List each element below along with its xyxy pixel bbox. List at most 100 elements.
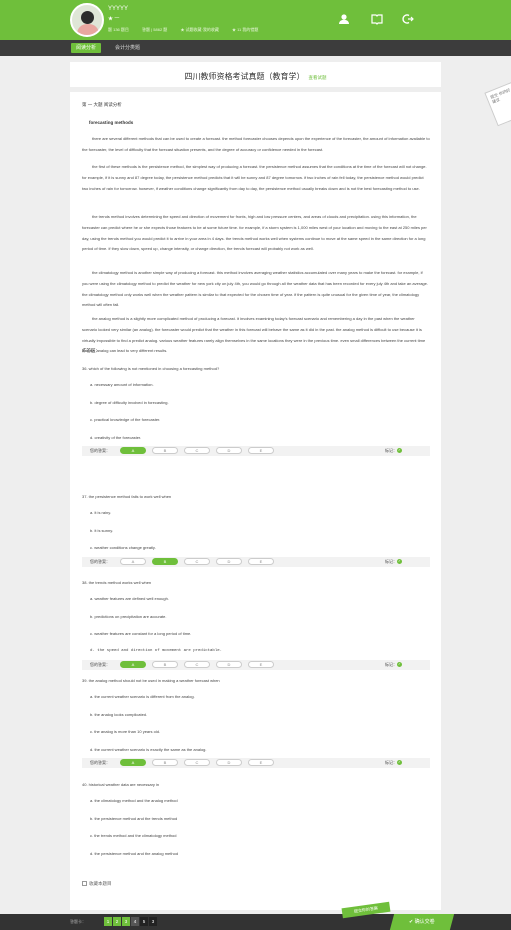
answer-options: ABCDE xyxy=(120,661,280,671)
user-badge: ★ 一 xyxy=(108,16,120,22)
answer-options: ABCDE xyxy=(120,447,280,457)
page-button[interactable]: 2 xyxy=(113,917,121,926)
exam-content: 第 一 大题 阅读分析 forecasting methods there ar… xyxy=(70,92,441,910)
answer-options: ABCDE xyxy=(120,557,280,568)
check-icon[interactable]: ✓ xyxy=(397,760,402,766)
your-answer-label: 您的答案： xyxy=(90,558,110,564)
check-icon[interactable]: ✓ xyxy=(397,662,402,668)
question-text: 39. the analog method should not be used… xyxy=(82,678,220,683)
answer-radio-b[interactable]: B xyxy=(152,447,178,454)
checkbox-icon[interactable] xyxy=(82,881,87,887)
logout-icon[interactable] xyxy=(401,13,415,27)
answer-bar: 您的答案： A B C D E 标记：✓ xyxy=(82,446,430,456)
answer-area-heading: 作答区： xyxy=(82,348,100,353)
answer-radio-a[interactable]: A xyxy=(120,759,146,766)
your-answer-label: 您的答案： xyxy=(90,760,110,765)
stat-questions[interactable]: 题 136 题目 xyxy=(108,27,129,32)
page-button[interactable]: 1 xyxy=(104,917,112,926)
username: YYYYY xyxy=(108,6,129,12)
answer-options: ABCDE xyxy=(120,759,280,769)
option-text: d. the speed and direction of movement a… xyxy=(90,648,223,653)
answer-radio-d[interactable]: D xyxy=(216,447,242,454)
question-block: 37. the persistence method fails to work… xyxy=(82,494,430,567)
collect-label: 收藏本题目 xyxy=(89,881,112,886)
answer-radio-d[interactable]: D xyxy=(216,759,242,766)
page-button[interactable]: 3 xyxy=(122,917,130,926)
title-card: 四川教师资格考试真题（教育学） 查看试题 xyxy=(70,62,441,87)
stat-mistakes[interactable]: ★ 11 我的错题 xyxy=(232,27,258,32)
option-text: b. the analog looks complicated. xyxy=(90,711,148,717)
option-text: d. the current weather scenario is exact… xyxy=(90,746,207,752)
feedback-widget[interactable]: 提交 你的好建议 xyxy=(484,81,511,127)
answer-radio-b[interactable]: B xyxy=(152,759,178,766)
answer-radio-b[interactable]: B xyxy=(152,661,178,668)
option-text: a. the climatology method and the analog… xyxy=(90,798,178,803)
answer-radio-a[interactable]: A xyxy=(120,447,146,454)
page-button[interactable]: 5 xyxy=(140,917,148,926)
answer-radio-b[interactable]: B xyxy=(152,557,178,565)
collect-checkbox[interactable]: 收藏本题目 xyxy=(82,881,112,887)
answer-radio-c[interactable]: C xyxy=(184,557,210,565)
submit-label: ✔ 确认交卷 xyxy=(409,919,435,925)
answer-radio-e[interactable]: E xyxy=(248,661,274,668)
page-button[interactable]: 3 xyxy=(149,917,157,926)
option-text: a. necessary amount of information. xyxy=(90,382,154,387)
option-text: d. creativity of the forecaster. xyxy=(90,434,142,440)
option-text: b. degree of difficulty involved in fore… xyxy=(90,399,169,405)
stat-answered[interactable]: 答题 | 5862 题 xyxy=(142,27,167,32)
answer-radio-d[interactable]: D xyxy=(216,557,242,565)
tab-reading-analysis[interactable]: 阅读分析 xyxy=(71,43,102,53)
answer-radio-e[interactable]: E xyxy=(248,447,274,454)
passage-title: forecasting methods xyxy=(89,120,134,125)
book-icon[interactable] xyxy=(370,13,384,27)
answer-radio-d[interactable]: D xyxy=(216,661,242,668)
stat-favorites[interactable]: ★ 试题收藏·我的收藏 xyxy=(180,27,218,32)
question-block: 38. the trends method works well when a. … xyxy=(82,580,430,670)
tab-accounting[interactable]: 会计分类题 xyxy=(115,43,140,53)
mark-toggle[interactable]: 标记：✓ xyxy=(385,557,402,567)
answer-radio-a[interactable]: A xyxy=(120,557,146,565)
section-heading: 第 一 大题 阅读分析 xyxy=(82,102,122,107)
answer-bar: 您的答案： A B C D E 标记：✓ xyxy=(82,758,430,768)
question-text: 40. historical weather data are necessar… xyxy=(82,782,160,787)
option-text: c. weather conditions change greatly. xyxy=(90,545,156,550)
mark-label: 标记： xyxy=(385,662,397,667)
answer-bar: 您的答案： A B C D E 标记：✓ xyxy=(82,660,430,670)
title-link[interactable]: 查看试题 xyxy=(309,75,327,80)
mark-toggle[interactable]: 标记：✓ xyxy=(385,446,402,456)
user-icon[interactable] xyxy=(337,13,351,27)
answer-bar: 您的答案： A B C D E 标记：✓ xyxy=(82,556,430,568)
your-answer-label: 您的答案： xyxy=(90,662,110,667)
question-text: 37. the persistence method fails to work… xyxy=(82,494,172,499)
mark-label: 标记： xyxy=(385,448,397,453)
check-icon[interactable]: ✓ xyxy=(397,448,402,454)
option-text: a. the current weather scenario is diffe… xyxy=(90,694,195,699)
question-text: 38. the trends method works well when xyxy=(82,580,152,585)
answer-radio-c[interactable]: C xyxy=(184,759,210,766)
answer-radio-c[interactable]: C xyxy=(184,447,210,454)
avatar[interactable] xyxy=(70,3,104,37)
option-text: c. practical knowledge of the forecaster… xyxy=(90,417,161,422)
mark-label: 标记： xyxy=(385,760,397,765)
answer-radio-e[interactable]: E xyxy=(248,557,274,565)
option-text: c. the trends method and the climatology… xyxy=(90,833,177,838)
option-text: b. the persistence method and the trends… xyxy=(90,815,178,821)
option-text: a. it is rainy. xyxy=(90,510,112,515)
mark-label: 标记： xyxy=(385,558,397,564)
passage-paragraph: there are several different methods that… xyxy=(82,136,430,152)
option-text: c. the analog is more than 10 years old. xyxy=(90,729,161,734)
page-button[interactable]: 4 xyxy=(131,917,139,926)
question-text: 36. which of the following is not mentio… xyxy=(82,366,220,371)
passage-paragraph: the first of these methods is the persis… xyxy=(82,164,427,191)
answer-radio-c[interactable]: C xyxy=(184,661,210,668)
submit-button[interactable]: ✔ 确认交卷 xyxy=(389,914,455,930)
check-icon[interactable]: ✓ xyxy=(397,558,402,564)
answer-radio-a[interactable]: A xyxy=(120,661,146,668)
question-block: 36. which of the following is not mentio… xyxy=(82,366,430,456)
mark-toggle[interactable]: 标记：✓ xyxy=(385,758,402,768)
option-text: a. weather features are defined well eno… xyxy=(90,596,169,601)
answer-radio-e[interactable]: E xyxy=(248,759,274,766)
your-answer-label: 您的答案： xyxy=(90,448,110,453)
user-stats: 题 136 题目 答题 | 5862 题 ★ 试题收藏·我的收藏 ★ 11 我的… xyxy=(108,27,270,33)
mark-toggle[interactable]: 标记：✓ xyxy=(385,660,402,670)
